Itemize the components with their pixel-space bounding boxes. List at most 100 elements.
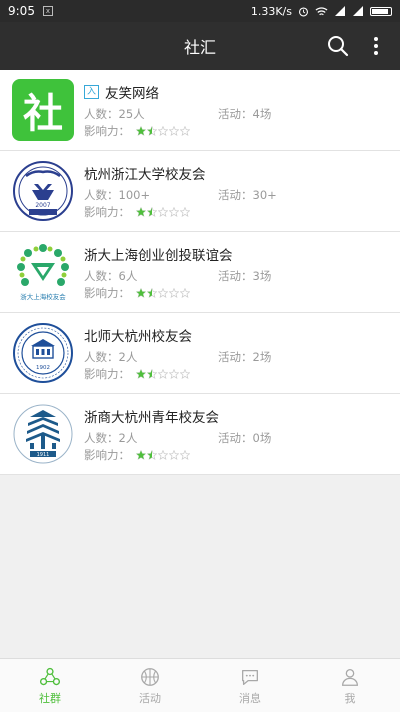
- members-label: 人数：: [84, 268, 119, 283]
- activity-label: 活动：: [218, 349, 253, 364]
- star-icon: [136, 206, 146, 217]
- activity-label: 活动：: [218, 187, 253, 202]
- star-icon: [169, 449, 179, 460]
- list-item[interactable]: 1902 北师大杭州校友会 人数：2人 活动：2场 影响力：: [0, 313, 400, 394]
- rating-stars: [136, 125, 190, 136]
- status-right: 1.33K/s: [251, 5, 392, 18]
- influence-label: 影响力：: [84, 123, 130, 138]
- group-stats: 人数：25人 活动：4场: [84, 105, 384, 123]
- battery-icon: [370, 6, 392, 16]
- star-icon: [147, 125, 157, 136]
- star-icon: [136, 125, 146, 136]
- tab-me[interactable]: 我: [300, 659, 400, 712]
- wifi-icon: [315, 6, 328, 15]
- members-value: 25人: [118, 106, 145, 121]
- star-icon: [136, 449, 146, 460]
- app-bar: 社汇: [0, 22, 400, 70]
- influence-row: 影响力：: [84, 447, 384, 463]
- star-icon: [158, 449, 168, 460]
- status-time: 9:05: [8, 4, 35, 18]
- influence-label: 影响力：: [84, 204, 130, 219]
- star-icon: [136, 287, 146, 298]
- group-stats: 人数：100+ 活动：30+: [84, 186, 384, 204]
- activity-label: 活动：: [218, 106, 253, 121]
- members-value: 6人: [118, 268, 138, 283]
- logo-caption: 浙大上海校友会: [20, 292, 66, 301]
- group-logo-zju-shanghai: 浙大上海校友会: [12, 241, 74, 303]
- group-name-row: 杭州浙江大学校友会: [84, 163, 384, 183]
- group-logo-zju: 2007: [12, 160, 74, 222]
- star-icon: [180, 449, 190, 460]
- group-name-row: 入 友笑网络: [84, 82, 384, 102]
- group-info: 北师大杭州校友会 人数：2人 活动：2场 影响力：: [84, 325, 384, 382]
- group-name: 浙大上海创业创投联谊会: [84, 247, 233, 264]
- influence-row: 影响力：: [84, 204, 384, 220]
- page-title: 社汇: [183, 38, 216, 57]
- status-bar: 9:05 x 1.33K/s: [0, 0, 400, 22]
- activity-value: 4场: [252, 106, 272, 121]
- group-name: 友笑网络: [105, 85, 160, 102]
- rating-stars: [136, 287, 190, 298]
- signal-icon-1: [335, 6, 345, 16]
- rating-stars: [136, 368, 190, 379]
- group-info: 入 友笑网络 人数：25人 活动：4场 影响力：: [84, 82, 384, 139]
- tab-messages[interactable]: 消息: [200, 659, 300, 712]
- members-label: 人数：: [84, 187, 119, 202]
- influence-row: 影响力：: [84, 285, 384, 301]
- influence-label: 影响力：: [84, 366, 130, 381]
- group-name: 浙商大杭州青年校友会: [84, 409, 219, 426]
- activity-value: 0场: [252, 430, 272, 445]
- list-item[interactable]: 1911 浙商大杭州青年校友会 人数：2人 活动：0场 影响力：: [0, 394, 400, 475]
- group-stats: 人数：2人 活动：0场: [84, 429, 384, 447]
- star-icon: [158, 287, 168, 298]
- tab-label: 活动: [139, 691, 161, 705]
- members-value: 2人: [118, 430, 138, 445]
- members-label: 人数：: [84, 349, 119, 364]
- logo-year: 1902: [36, 365, 50, 371]
- group-name: 杭州浙江大学校友会: [84, 166, 206, 183]
- influence-row: 影响力：: [84, 123, 384, 139]
- activity-label: 活动：: [218, 268, 253, 283]
- star-icon: [169, 287, 179, 298]
- tab-community[interactable]: 社群: [0, 659, 100, 712]
- activity-value: 30+: [252, 187, 277, 202]
- group-logo-she: 社: [12, 79, 74, 141]
- rating-stars: [136, 449, 190, 460]
- network-speed: 1.33K/s: [250, 4, 292, 18]
- star-icon: [169, 206, 179, 217]
- notification-icon: x: [42, 6, 53, 16]
- signal-icon-2: [353, 6, 363, 16]
- list-item[interactable]: 2007 杭州浙江大学校友会 人数：100+ 活动：30+ 影响力：: [0, 151, 400, 232]
- star-icon: [180, 368, 190, 379]
- join-badge: 入: [84, 84, 100, 99]
- star-icon: [158, 206, 168, 217]
- star-icon: [147, 206, 157, 217]
- star-icon: [180, 206, 190, 217]
- tab-label: 我: [344, 691, 356, 705]
- group-list: 社 入 友笑网络 人数：25人 活动：4场 影响力： 2007 杭州浙江大学校友…: [0, 70, 400, 475]
- group-name-row: 浙大上海创业创投联谊会: [84, 244, 384, 264]
- members-value: 2人: [118, 349, 138, 364]
- list-item[interactable]: 社 入 友笑网络 人数：25人 活动：4场 影响力：: [0, 70, 400, 151]
- community-icon: [39, 667, 61, 685]
- more-options-icon[interactable]: [366, 34, 386, 58]
- group-info: 浙商大杭州青年校友会 人数：2人 活动：0场 影响力：: [84, 406, 384, 463]
- influence-label: 影响力：: [84, 285, 130, 300]
- tab-label: 社群: [39, 691, 61, 705]
- list-item[interactable]: 浙大上海校友会 浙大上海创业创投联谊会 人数：6人 活动：3场 影响力：: [0, 232, 400, 313]
- bottom-tab-bar: 社群 活动 消息 我: [0, 658, 400, 712]
- members-label: 人数：: [84, 430, 119, 445]
- star-icon: [158, 125, 168, 136]
- star-icon: [180, 287, 190, 298]
- group-logo-zjgsu: 1911: [12, 403, 74, 465]
- logo-year: 2007: [35, 202, 50, 209]
- search-icon[interactable]: [326, 34, 350, 58]
- group-logo-bnu: 1902: [12, 322, 74, 384]
- star-icon: [136, 368, 146, 379]
- star-icon: [180, 125, 190, 136]
- star-icon: [169, 368, 179, 379]
- tab-activity[interactable]: 活动: [100, 659, 200, 712]
- star-icon: [147, 368, 157, 379]
- chat-bubble-icon: [242, 669, 258, 685]
- activity-value: 3场: [252, 268, 272, 283]
